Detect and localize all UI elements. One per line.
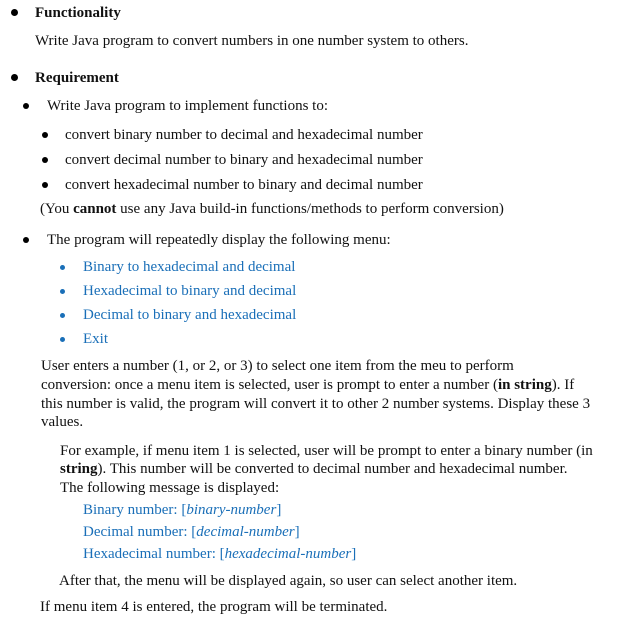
requirement-heading: Requirement bbox=[35, 70, 119, 86]
menu-item: Decimal to binary and hexadecimal bbox=[83, 307, 297, 323]
menu-item: Binary to hexadecimal and decimal bbox=[83, 259, 296, 275]
message-close: ] bbox=[351, 546, 357, 562]
example-message: Binary number: [binary-number] bbox=[83, 501, 281, 519]
bullet-icon bbox=[23, 237, 29, 243]
line-text: conversion: once a menu item is selected… bbox=[41, 377, 498, 393]
user-enters-line: values. bbox=[41, 414, 84, 430]
exit-note: If menu item 4 is entered, the program w… bbox=[40, 599, 388, 615]
menu-intro: The program will repeatedly display the … bbox=[47, 232, 391, 248]
note-prefix: (You bbox=[40, 201, 74, 217]
bullet-icon bbox=[11, 9, 18, 16]
message-placeholder: binary-number bbox=[186, 502, 277, 518]
implement-note: (You cannot use any Java build-in functi… bbox=[40, 200, 504, 218]
user-enters-line: conversion: once a menu item is selected… bbox=[41, 376, 574, 394]
message-close: ] bbox=[294, 524, 300, 540]
message-placeholder: hexadecimal-number bbox=[224, 546, 352, 562]
message-label: Binary number: [ bbox=[83, 502, 187, 518]
bullet-icon bbox=[42, 132, 48, 138]
bullet-icon bbox=[42, 182, 48, 188]
example-line: For example, if menu item 1 is selected,… bbox=[60, 443, 593, 459]
example-message: Hexadecimal number: [hexadecimal-number] bbox=[83, 545, 356, 563]
message-close: ] bbox=[276, 502, 282, 518]
note-bold: cannot bbox=[73, 201, 117, 217]
line-bold: in string bbox=[497, 377, 552, 393]
functionality-text: Write Java program to convert numbers in… bbox=[35, 33, 469, 49]
line-text: ). If bbox=[551, 377, 575, 393]
implement-item: convert decimal number to binary and hex… bbox=[65, 152, 423, 168]
example-line: The following message is displayed: bbox=[60, 480, 280, 496]
bullet-icon bbox=[60, 265, 65, 270]
user-enters-line: this number is valid, the program will c… bbox=[41, 396, 591, 412]
bullet-icon bbox=[42, 157, 48, 163]
line-bold: string bbox=[60, 461, 98, 477]
user-enters-line: User enters a number (1, or 2, or 3) to … bbox=[41, 358, 514, 374]
bullet-icon bbox=[60, 337, 65, 342]
implement-intro: Write Java program to implement function… bbox=[47, 98, 328, 114]
example-message: Decimal number: [decimal-number] bbox=[83, 523, 300, 541]
bullet-icon bbox=[23, 103, 29, 109]
functionality-heading: Functionality bbox=[35, 5, 121, 21]
menu-item: Hexadecimal to binary and decimal bbox=[83, 283, 297, 299]
example-after: After that, the menu will be displayed a… bbox=[59, 573, 518, 589]
menu-item: Exit bbox=[83, 331, 108, 347]
message-label: Hexadecimal number: [ bbox=[83, 546, 225, 562]
bullet-icon bbox=[60, 313, 65, 318]
line-text: ). This number will be converted to deci… bbox=[97, 461, 568, 477]
bullet-icon bbox=[11, 74, 18, 81]
bullet-icon bbox=[60, 289, 65, 294]
message-label: Decimal number: [ bbox=[83, 524, 197, 540]
note-suffix: use any Java build-in functions/methods … bbox=[116, 201, 504, 217]
message-placeholder: decimal-number bbox=[196, 524, 295, 540]
implement-item: convert binary number to decimal and hex… bbox=[65, 127, 423, 143]
implement-item: convert hexadecimal number to binary and… bbox=[65, 177, 423, 193]
example-line: string). This number will be converted t… bbox=[60, 460, 568, 478]
